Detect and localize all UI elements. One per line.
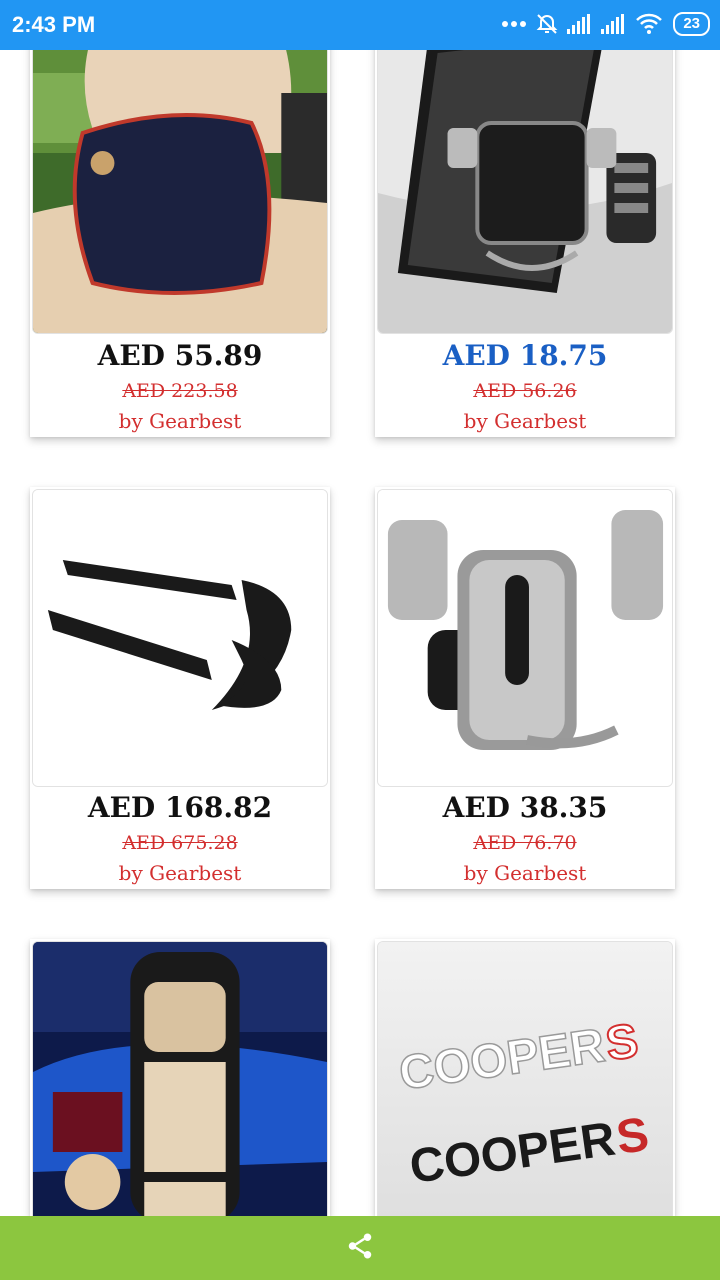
status-bar: 2:43 PM 23 [0, 0, 720, 50]
product-card[interactable] [30, 939, 330, 1233]
wifi-icon [635, 13, 663, 35]
product-image-gravity-phone-mount[interactable] [377, 489, 673, 787]
product-seller: by Gearbest [463, 861, 587, 885]
product-image-neck-pillow[interactable] [32, 32, 328, 334]
signal-icon [567, 14, 593, 34]
product-card[interactable]: AED 55.89 AED 223.58 by Gearbest [30, 30, 330, 437]
status-icons: 23 [501, 12, 710, 36]
bottom-bar [0, 1216, 720, 1280]
product-seller: by Gearbest [118, 861, 242, 885]
product-old-price: AED 223.58 [122, 380, 238, 402]
product-grid: AED 55.89 AED 223.58 by Gearbest AED 18.… [0, 0, 720, 1280]
product-image-cooper-s-emblem[interactable]: COOPER S COOPER S [377, 941, 673, 1233]
product-price: AED 38.35 [442, 791, 608, 824]
product-card[interactable]: AED 38.35 AED 76.70 by Gearbest [375, 487, 675, 889]
product-card[interactable]: AED 168.82 AED 675.28 by Gearbest [30, 487, 330, 889]
product-seller: by Gearbest [118, 409, 242, 433]
product-old-price: AED 56.26 [473, 380, 577, 402]
more-dots-icon [501, 19, 527, 29]
product-card[interactable]: COOPER S COOPER S [375, 939, 675, 1233]
product-image-v8-biturbo-emblem[interactable] [32, 489, 328, 787]
status-time: 2:43 PM [12, 12, 96, 37]
product-old-price: AED 76.70 [473, 832, 577, 854]
signal-icon [601, 14, 627, 34]
alarm-off-icon [535, 12, 559, 36]
product-old-price: AED 675.28 [122, 832, 238, 854]
product-price: AED 55.89 [97, 339, 263, 372]
product-seller: by Gearbest [463, 409, 587, 433]
battery-icon: 23 [673, 12, 710, 36]
share-icon[interactable] [345, 1231, 375, 1265]
product-image-car-seat-cover[interactable] [32, 941, 328, 1233]
product-card[interactable]: AED 18.75 AED 56.26 by Gearbest [375, 30, 675, 437]
product-image-phone-holder[interactable] [377, 32, 673, 334]
product-price: AED 168.82 [87, 791, 273, 824]
product-price: AED 18.75 [442, 339, 608, 372]
